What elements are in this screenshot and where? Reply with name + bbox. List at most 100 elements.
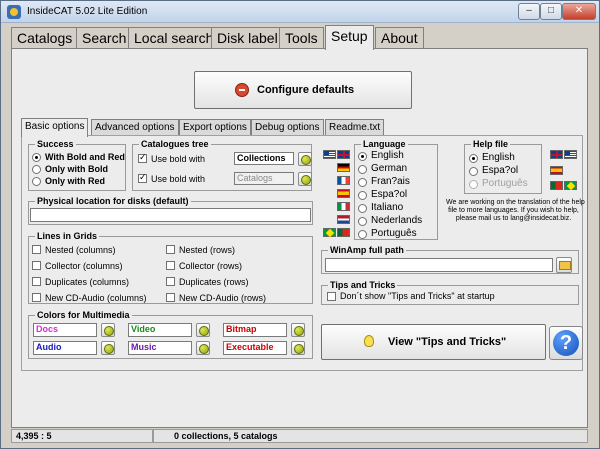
music-color-field[interactable]: Music [128, 341, 192, 355]
us-flag-icon [323, 150, 336, 159]
duplicates-rows-checkbox[interactable] [166, 277, 175, 286]
winamp-title: WinAmp full path [328, 245, 406, 255]
language-radio-portuguese[interactable] [358, 230, 367, 239]
grid-option-label: Duplicates (rows) [179, 277, 249, 287]
palette-icon[interactable] [196, 341, 210, 355]
tips-title: Tips and Tricks [328, 280, 398, 290]
tab-debug-options[interactable]: Debug options [251, 119, 324, 135]
catalogues-bold-collections-checkbox[interactable] [138, 152, 147, 163]
lines-in-grids-title: Lines in Grids [35, 231, 100, 241]
palette-icon[interactable] [291, 323, 305, 337]
success-radio-bold[interactable] [32, 165, 41, 174]
catalogues-row-label: Use bold with [151, 174, 206, 184]
palette-icon[interactable] [196, 323, 210, 337]
language-radio-dutch[interactable] [358, 217, 367, 226]
success-title: Success [35, 139, 76, 149]
portugal-flag-icon [337, 228, 350, 237]
palette-icon[interactable] [101, 323, 115, 337]
grid-option-label: Duplicates (columns) [45, 277, 130, 287]
uk-flag-icon [337, 150, 350, 159]
tab-export-options[interactable]: Export options [179, 119, 251, 135]
duplicates-columns-checkbox[interactable] [32, 277, 41, 286]
configure-icon [235, 83, 249, 97]
language-radio-spanish[interactable] [358, 191, 367, 200]
window-title: InsideCAT 5.02 Lite Edition [27, 6, 148, 17]
brazil-flag-icon [323, 228, 336, 237]
language-radio-german[interactable] [358, 165, 367, 174]
success-radio-red[interactable] [32, 177, 41, 186]
docs-color-field[interactable]: Docs [33, 323, 97, 337]
help-button[interactable]: ? [549, 326, 583, 360]
france-flag-icon [337, 176, 350, 185]
palette-icon[interactable] [291, 341, 305, 355]
nested-rows-checkbox[interactable] [166, 245, 175, 254]
help-translation-note: We are working on the translation of the… [446, 199, 585, 206]
executable-color-field[interactable]: Executable [223, 341, 287, 355]
tab-tools[interactable]: Tools [279, 27, 324, 49]
tab-setup[interactable]: Setup [325, 25, 374, 50]
new-cd-audio-columns-checkbox[interactable] [32, 293, 41, 302]
catalogues-catalogs-field[interactable]: Catalogs [234, 172, 294, 185]
app-icon [7, 5, 21, 19]
success-option-label: With Bold and Red [45, 152, 125, 162]
grid-option-label: Collector (rows) [179, 261, 243, 271]
success-radio-bold-red[interactable] [32, 153, 41, 162]
new-cd-audio-rows-checkbox[interactable] [166, 293, 175, 302]
maximize-button[interactable]: □ [540, 3, 562, 20]
catalogues-row-label: Use bold with [151, 154, 206, 164]
tab-local-search[interactable]: Local search [128, 27, 220, 49]
close-button[interactable]: ✕ [562, 3, 596, 20]
palette-icon[interactable] [298, 152, 312, 166]
physical-location-input[interactable] [30, 208, 311, 222]
collector-columns-checkbox[interactable] [32, 261, 41, 270]
language-radio-italian[interactable] [358, 204, 367, 213]
tab-basic-options[interactable]: Basic options [21, 118, 89, 137]
brazil-flag-icon [564, 181, 577, 190]
minimize-button[interactable]: – [518, 3, 540, 20]
folder-icon[interactable] [556, 257, 572, 273]
grid-option-label: New CD-Audio (rows) [179, 293, 267, 303]
spain-flag-icon [550, 166, 563, 175]
collector-rows-checkbox[interactable] [166, 261, 175, 270]
physical-location-title: Physical location for disks (default) [35, 196, 191, 206]
configure-defaults-button[interactable]: Configure defaults [194, 71, 412, 109]
language-radio-english[interactable] [358, 152, 367, 161]
tab-about[interactable]: About [375, 27, 424, 49]
tab-search[interactable]: Search [76, 27, 133, 49]
tab-advanced-options[interactable]: Advanced options [91, 119, 179, 135]
view-tips-button[interactable]: View "Tips and Tricks" [321, 324, 546, 360]
success-option-label: Only with Red [45, 176, 106, 186]
help-file-option-label: Português [482, 178, 528, 189]
language-radio-french[interactable] [358, 178, 367, 187]
winamp-path-input[interactable] [325, 258, 553, 272]
language-option-label: Fran?ais [371, 176, 410, 187]
dont-show-tips-label: Don´t show "Tips and Tricks" at startup [340, 291, 495, 301]
catalogues-collections-field[interactable]: Collections [234, 152, 294, 165]
video-color-field[interactable]: Video [128, 323, 192, 337]
help-translation-note: file to more languages. If you wish to h… [448, 207, 579, 214]
tab-readme[interactable]: Readme.txt [325, 119, 385, 135]
portugal-flag-icon [550, 181, 563, 190]
status-coords: 4,395 : 5 [11, 429, 153, 443]
us-flag-icon [564, 150, 577, 159]
language-option-label: Nederlands [371, 215, 423, 226]
audio-color-field[interactable]: Audio [33, 341, 97, 355]
tab-disk-label[interactable]: Disk label [211, 27, 284, 49]
palette-icon[interactable] [101, 341, 115, 355]
language-option-label: Italiano [371, 202, 404, 213]
nested-columns-checkbox[interactable] [32, 245, 41, 254]
bitmap-color-field[interactable]: Bitmap [223, 323, 287, 337]
status-bar: 4,395 : 5 0 collections, 5 catalogs [11, 429, 588, 443]
tab-catalogs[interactable]: Catalogs [11, 27, 79, 49]
language-option-label: English [371, 150, 404, 161]
bulb-icon [364, 335, 374, 347]
catalogues-bold-catalogs-checkbox[interactable] [138, 172, 147, 183]
help-file-radio-spanish[interactable] [469, 167, 478, 176]
dont-show-tips-checkbox[interactable] [327, 292, 336, 301]
language-title: Language [361, 139, 408, 149]
help-file-radio-english[interactable] [469, 154, 478, 163]
help-translation-note: please mail us to lang@insidecat.biz. [455, 215, 572, 222]
palette-icon[interactable] [298, 172, 312, 186]
title-bar[interactable]: InsideCAT 5.02 Lite Edition – □ ✕ [1, 1, 599, 23]
help-file-radio-portuguese[interactable] [469, 180, 478, 189]
